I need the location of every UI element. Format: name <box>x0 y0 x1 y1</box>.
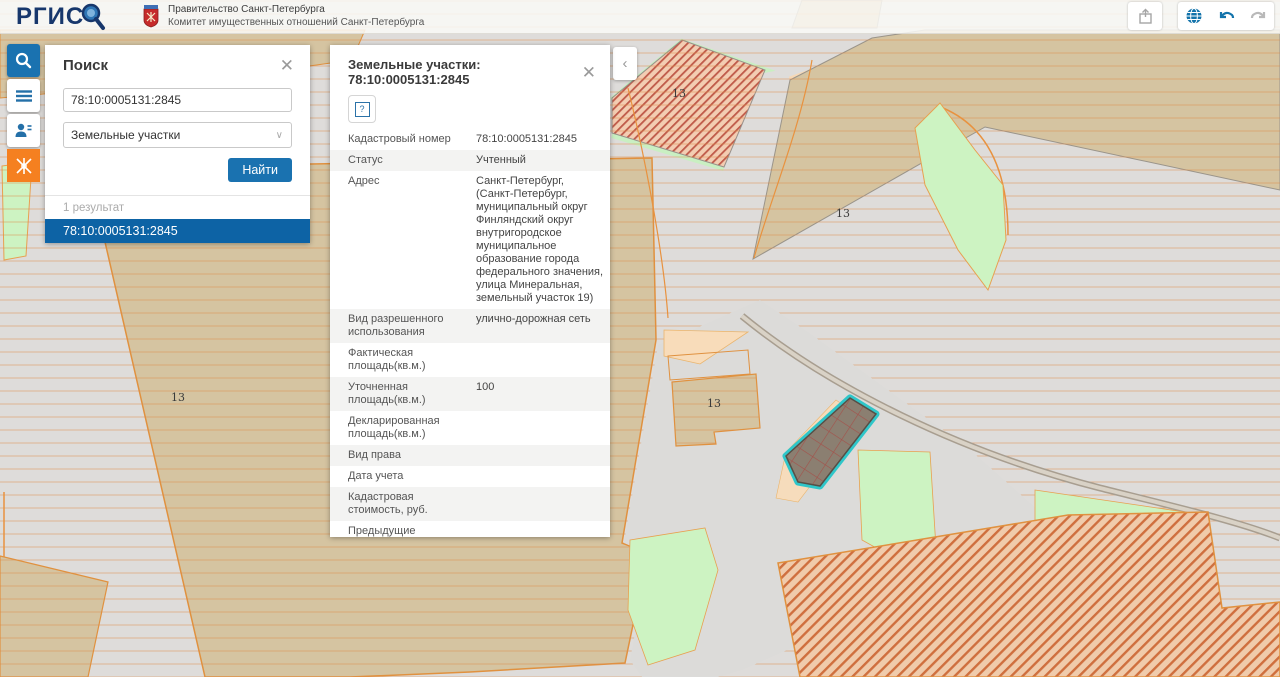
rgis-logo-text: РГИС <box>16 3 84 31</box>
layers-tool-button[interactable] <box>7 79 40 112</box>
search-panel: Поиск ✕ Земельные участки ∨ Найти 1 резу… <box>45 45 310 243</box>
attr-label: Кадастровая стоимость, руб. <box>330 489 472 519</box>
search-tool-button[interactable] <box>7 44 40 77</box>
parcel-info-panel: Земельные участки: 78:10:0005131:2845 ✕ … <box>330 45 610 537</box>
parcel-label: 13 <box>672 87 686 100</box>
menu-icon <box>15 89 33 103</box>
rgis-logo[interactable]: РГИС <box>16 2 108 32</box>
attr-value: 100 <box>472 379 610 409</box>
share-button[interactable] <box>1128 2 1162 30</box>
search-icon <box>15 52 32 69</box>
attr-value <box>472 489 610 519</box>
globe-icon <box>1185 7 1203 25</box>
parcel-label: 13 <box>707 397 721 410</box>
map-nav-group <box>1178 2 1274 30</box>
identify-help-button[interactable]: ? <box>348 95 376 123</box>
chevron-down-icon: ∨ <box>276 130 283 141</box>
table-row: Адрес Санкт-Петербург, (Санкт-Петербург,… <box>330 171 610 309</box>
table-row: Предыдущие кадастровые номера <box>330 521 610 537</box>
emblem-tool-button[interactable] <box>7 149 40 182</box>
attr-value <box>472 523 610 537</box>
attr-value: 78:10:0005131:2845 <box>472 131 610 148</box>
find-button[interactable]: Найти <box>228 158 292 182</box>
table-row: Статус Учтенный <box>330 150 610 171</box>
table-row: Фактическая площадь(кв.м.) <box>330 343 610 377</box>
user-list-icon <box>14 122 33 139</box>
attr-label: Адрес <box>330 173 472 307</box>
top-header: РГИС Правительство Санкт-Петербурга Коми… <box>0 0 1280 34</box>
attribute-table: Кадастровый номер 78:10:0005131:2845 Ста… <box>330 129 610 537</box>
redo-arrow-icon <box>1249 8 1268 24</box>
info-panel-title: Земельные участки: 78:10:0005131:2845 <box>348 57 582 87</box>
undo-button[interactable] <box>1210 2 1242 30</box>
search-result-item[interactable]: 78:10:0005131:2845 <box>45 219 310 243</box>
spb-crest-icon <box>142 4 160 28</box>
attr-value <box>472 468 610 485</box>
profile-tool-button[interactable] <box>7 114 40 147</box>
table-row: Вид разрешенного использования улично-до… <box>330 309 610 343</box>
parcel-label: 13 <box>836 207 850 220</box>
close-icon[interactable]: ✕ <box>582 64 596 81</box>
table-row: Дата учета <box>330 466 610 487</box>
attr-value <box>472 345 610 375</box>
table-row: Уточненная площадь(кв.м.) 100 <box>330 377 610 411</box>
attr-value: Санкт-Петербург, (Санкт-Петербург, муниц… <box>472 173 610 307</box>
attr-label: Кадастровый номер <box>330 131 472 148</box>
attr-label: Уточненная площадь(кв.м.) <box>330 379 472 409</box>
category-select[interactable]: Земельные участки ∨ <box>63 122 292 148</box>
table-row: Кадастровая стоимость, руб. <box>330 487 610 521</box>
collapse-panel-button[interactable]: ‹ <box>613 47 637 80</box>
attr-value <box>472 413 610 443</box>
redo-button[interactable] <box>1242 2 1274 30</box>
table-row: Вид права <box>330 445 610 466</box>
attr-value: улично-дорожная сеть <box>472 311 610 341</box>
search-input[interactable] <box>63 88 292 112</box>
search-panel-title: Поиск <box>63 57 108 74</box>
close-icon[interactable]: ✕ <box>280 57 294 74</box>
table-row: Декларированная площадь(кв.м.) <box>330 411 610 445</box>
result-count: 1 результат <box>45 196 310 219</box>
attr-label: Предыдущие кадастровые номера <box>330 523 472 537</box>
globe-button[interactable] <box>1178 2 1210 30</box>
share-icon <box>1138 8 1153 25</box>
gov-title: Правительство Санкт-Петербурга Комитет и… <box>168 3 424 29</box>
spb-anchors-icon <box>14 156 34 176</box>
question-icon: ? <box>355 102 370 117</box>
attr-value: Учтенный <box>472 152 610 169</box>
attr-label: Статус <box>330 152 472 169</box>
table-row: Кадастровый номер 78:10:0005131:2845 <box>330 129 610 150</box>
attr-label: Декларированная площадь(кв.м.) <box>330 413 472 443</box>
attr-label: Вид разрешенного использования <box>330 311 472 341</box>
undo-arrow-icon <box>1217 8 1236 24</box>
attr-label: Дата учета <box>330 468 472 485</box>
magnifier-logo-icon <box>78 2 108 32</box>
category-select-value: Земельные участки <box>71 128 180 142</box>
attr-label: Фактическая площадь(кв.м.) <box>330 345 472 375</box>
parcel-label: 13 <box>171 391 185 404</box>
attr-value <box>472 447 610 464</box>
attr-label: Вид права <box>330 447 472 464</box>
chevron-left-icon: ‹ <box>623 55 628 72</box>
